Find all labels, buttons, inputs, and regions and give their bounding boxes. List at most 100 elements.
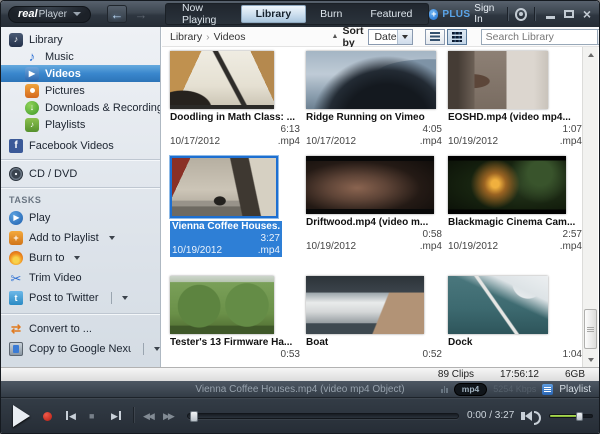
tab-featured[interactable]: Featured [356, 5, 426, 23]
tasks-header: TASKS [1, 193, 160, 208]
sidebar-item-cd-dvd[interactable]: CD / DVD [1, 165, 160, 182]
sidebar-item-videos[interactable]: ▶ Videos [1, 65, 160, 82]
task-copy-to-device[interactable]: Copy to Google Nexus On... [1, 339, 160, 359]
task-add-to-playlist[interactable]: + Add to Playlist [1, 228, 160, 248]
search-button[interactable] [597, 29, 600, 45]
fast-forward-button[interactable]: ▶▶ [163, 410, 173, 422]
scrollbar-thumb[interactable] [584, 309, 597, 349]
seek-handle[interactable] [190, 411, 198, 422]
video-card-testers[interactable]: Tester's 13 Firmware Ha... 0:53 [170, 276, 300, 367]
video-card-driftwood[interactable]: Driftwood.mp4 (video m... 0:58 10/19/201… [306, 156, 442, 276]
video-title: Blackmagic Cinema Cam... [448, 217, 582, 229]
video-card-dock[interactable]: Dock 1:04 [448, 276, 582, 367]
video-thumbnail[interactable] [306, 276, 424, 334]
video-title: Vienna Coffee Houses.mp4 (v... [172, 221, 280, 233]
tab-library[interactable]: Library [241, 5, 307, 23]
sort-dropdown[interactable]: Date [368, 29, 412, 45]
signin-label: Sign In [474, 3, 500, 25]
film-icon: ▶ [25, 67, 39, 81]
vertical-scrollbar[interactable] [582, 47, 598, 367]
scroll-down-button[interactable] [584, 353, 597, 366]
task-label: Trim Video [29, 272, 82, 284]
stop-button[interactable]: ■ [89, 410, 94, 422]
tab-burn[interactable]: Burn [306, 5, 356, 23]
chevron-down-icon[interactable] [109, 236, 115, 240]
video-card-blackmagic[interactable]: Blackmagic Cinema Cam... 2:57 10/19/2012… [448, 156, 582, 276]
realplayer-window: realPlayer ← → Now Playing Library Burn … [0, 0, 600, 434]
video-thumbnail[interactable] [170, 156, 278, 218]
breadcrumb-library[interactable]: Library [170, 31, 202, 43]
sidebar-item-pictures[interactable]: Pictures [1, 82, 160, 99]
video-thumbnail[interactable] [448, 276, 548, 334]
sort-ascending-icon[interactable]: ▲ [332, 33, 339, 40]
main-tabs: Now Playing Library Burn Featured [165, 3, 429, 25]
video-thumbnail[interactable] [448, 156, 566, 214]
back-arrow-icon: ← [110, 7, 123, 22]
play-button[interactable] [13, 405, 30, 427]
back-button[interactable]: ← [107, 5, 127, 23]
brand-player: Player [39, 9, 67, 20]
fast-forward-icon: ▶▶ [163, 411, 173, 421]
video-duration: 0:53 [170, 349, 300, 361]
task-trim-video[interactable]: ✂ Trim Video [1, 268, 160, 288]
rewind-button[interactable]: ◀◀ [143, 410, 153, 422]
task-convert-to[interactable]: ⇄ Convert to ... [1, 319, 160, 339]
sidebar-item-playlists[interactable]: ♪ Playlists [1, 116, 160, 133]
video-card-doodling[interactable]: Doodling in Math Class: ... 6:13 10/17/2… [170, 51, 300, 156]
video-card-eoshd[interactable]: EOSHD.mp4 (video mp4... 1:07 10/19/2012.… [448, 51, 582, 156]
task-play[interactable]: ▶ Play [1, 208, 160, 228]
video-card-ridge-running[interactable]: Ridge Running on Vimeo 4:05 10/17/2012.m… [306, 51, 442, 156]
grid-view-button[interactable] [447, 29, 467, 45]
close-icon[interactable]: × [583, 7, 591, 21]
grip-icon [587, 327, 594, 332]
video-meta: Dock 1:04 [448, 337, 582, 361]
record-button[interactable] [43, 412, 52, 421]
video-thumbnail[interactable] [170, 276, 274, 334]
transport-controls: ◀ ■ ▶ ◀◀ ▶▶ 0:00 / 3:27 [1, 398, 599, 433]
status-bar: 89 Clips 17:56:12 6GB [1, 367, 599, 381]
sidebar-item-downloads[interactable]: ↓ Downloads & Recordings [1, 99, 160, 116]
next-button[interactable]: ▶ [111, 410, 122, 422]
sidebar-item-label: Downloads & Recordings [45, 102, 161, 114]
music-note-icon: ♪ [25, 50, 39, 64]
sidebar-item-label: CD / DVD [29, 168, 77, 180]
dropdown-button[interactable] [397, 30, 412, 44]
video-card-boat[interactable]: Boat 0:52 [306, 276, 442, 367]
task-post-to-twitter[interactable]: t Post to Twitter [1, 288, 160, 308]
chevron-down-icon[interactable] [154, 347, 160, 351]
forward-button[interactable]: → [131, 5, 151, 23]
volume-handle[interactable] [576, 412, 583, 421]
search-input[interactable] [481, 29, 597, 45]
speaker-icon[interactable] [525, 411, 532, 421]
sidebar-item-music[interactable]: ♪ Music [1, 48, 160, 65]
task-label: Copy to Google Nexus On... [29, 343, 131, 355]
volume-slider[interactable] [549, 414, 593, 418]
sidebar-item-library[interactable]: ♪ Library [1, 31, 160, 48]
task-burn-to[interactable]: Burn to [1, 248, 160, 268]
playlist-button[interactable]: Playlist [559, 384, 591, 395]
video-thumbnail[interactable] [306, 156, 434, 214]
chevron-down-icon[interactable] [74, 256, 80, 260]
seek-slider[interactable] [187, 413, 459, 419]
video-thumbnail[interactable] [448, 51, 548, 109]
minimize-icon[interactable] [546, 16, 555, 19]
arrow-up-icon [588, 53, 594, 57]
previous-button[interactable]: ◀ [65, 410, 76, 422]
settings-icon[interactable] [515, 8, 527, 21]
sidebar: ♪ Library ♪ Music ▶ Videos Pictures ↓ Do… [1, 27, 161, 381]
plus-signin[interactable]: + PLUS Sign In [429, 3, 499, 25]
chevron-down-icon[interactable] [122, 296, 128, 300]
total-duration: 17:56:12 [500, 369, 539, 380]
scroll-up-button[interactable] [584, 48, 597, 61]
realplayer-logo-menu[interactable]: realPlayer [8, 6, 91, 23]
list-view-button[interactable] [425, 29, 445, 45]
video-card-vienna-selected[interactable]: Vienna Coffee Houses.mp4 (v... 3:27 10/1… [170, 156, 300, 276]
device-icon [9, 342, 23, 356]
video-thumbnail[interactable] [170, 51, 274, 109]
sidebar-item-label: Library [29, 34, 63, 46]
maximize-icon[interactable] [564, 10, 574, 18]
video-duration: 0:52 [306, 349, 442, 361]
tab-now-playing[interactable]: Now Playing [168, 5, 241, 23]
video-thumbnail[interactable] [306, 51, 436, 109]
sidebar-item-facebook-videos[interactable]: f Facebook Videos [1, 137, 160, 154]
